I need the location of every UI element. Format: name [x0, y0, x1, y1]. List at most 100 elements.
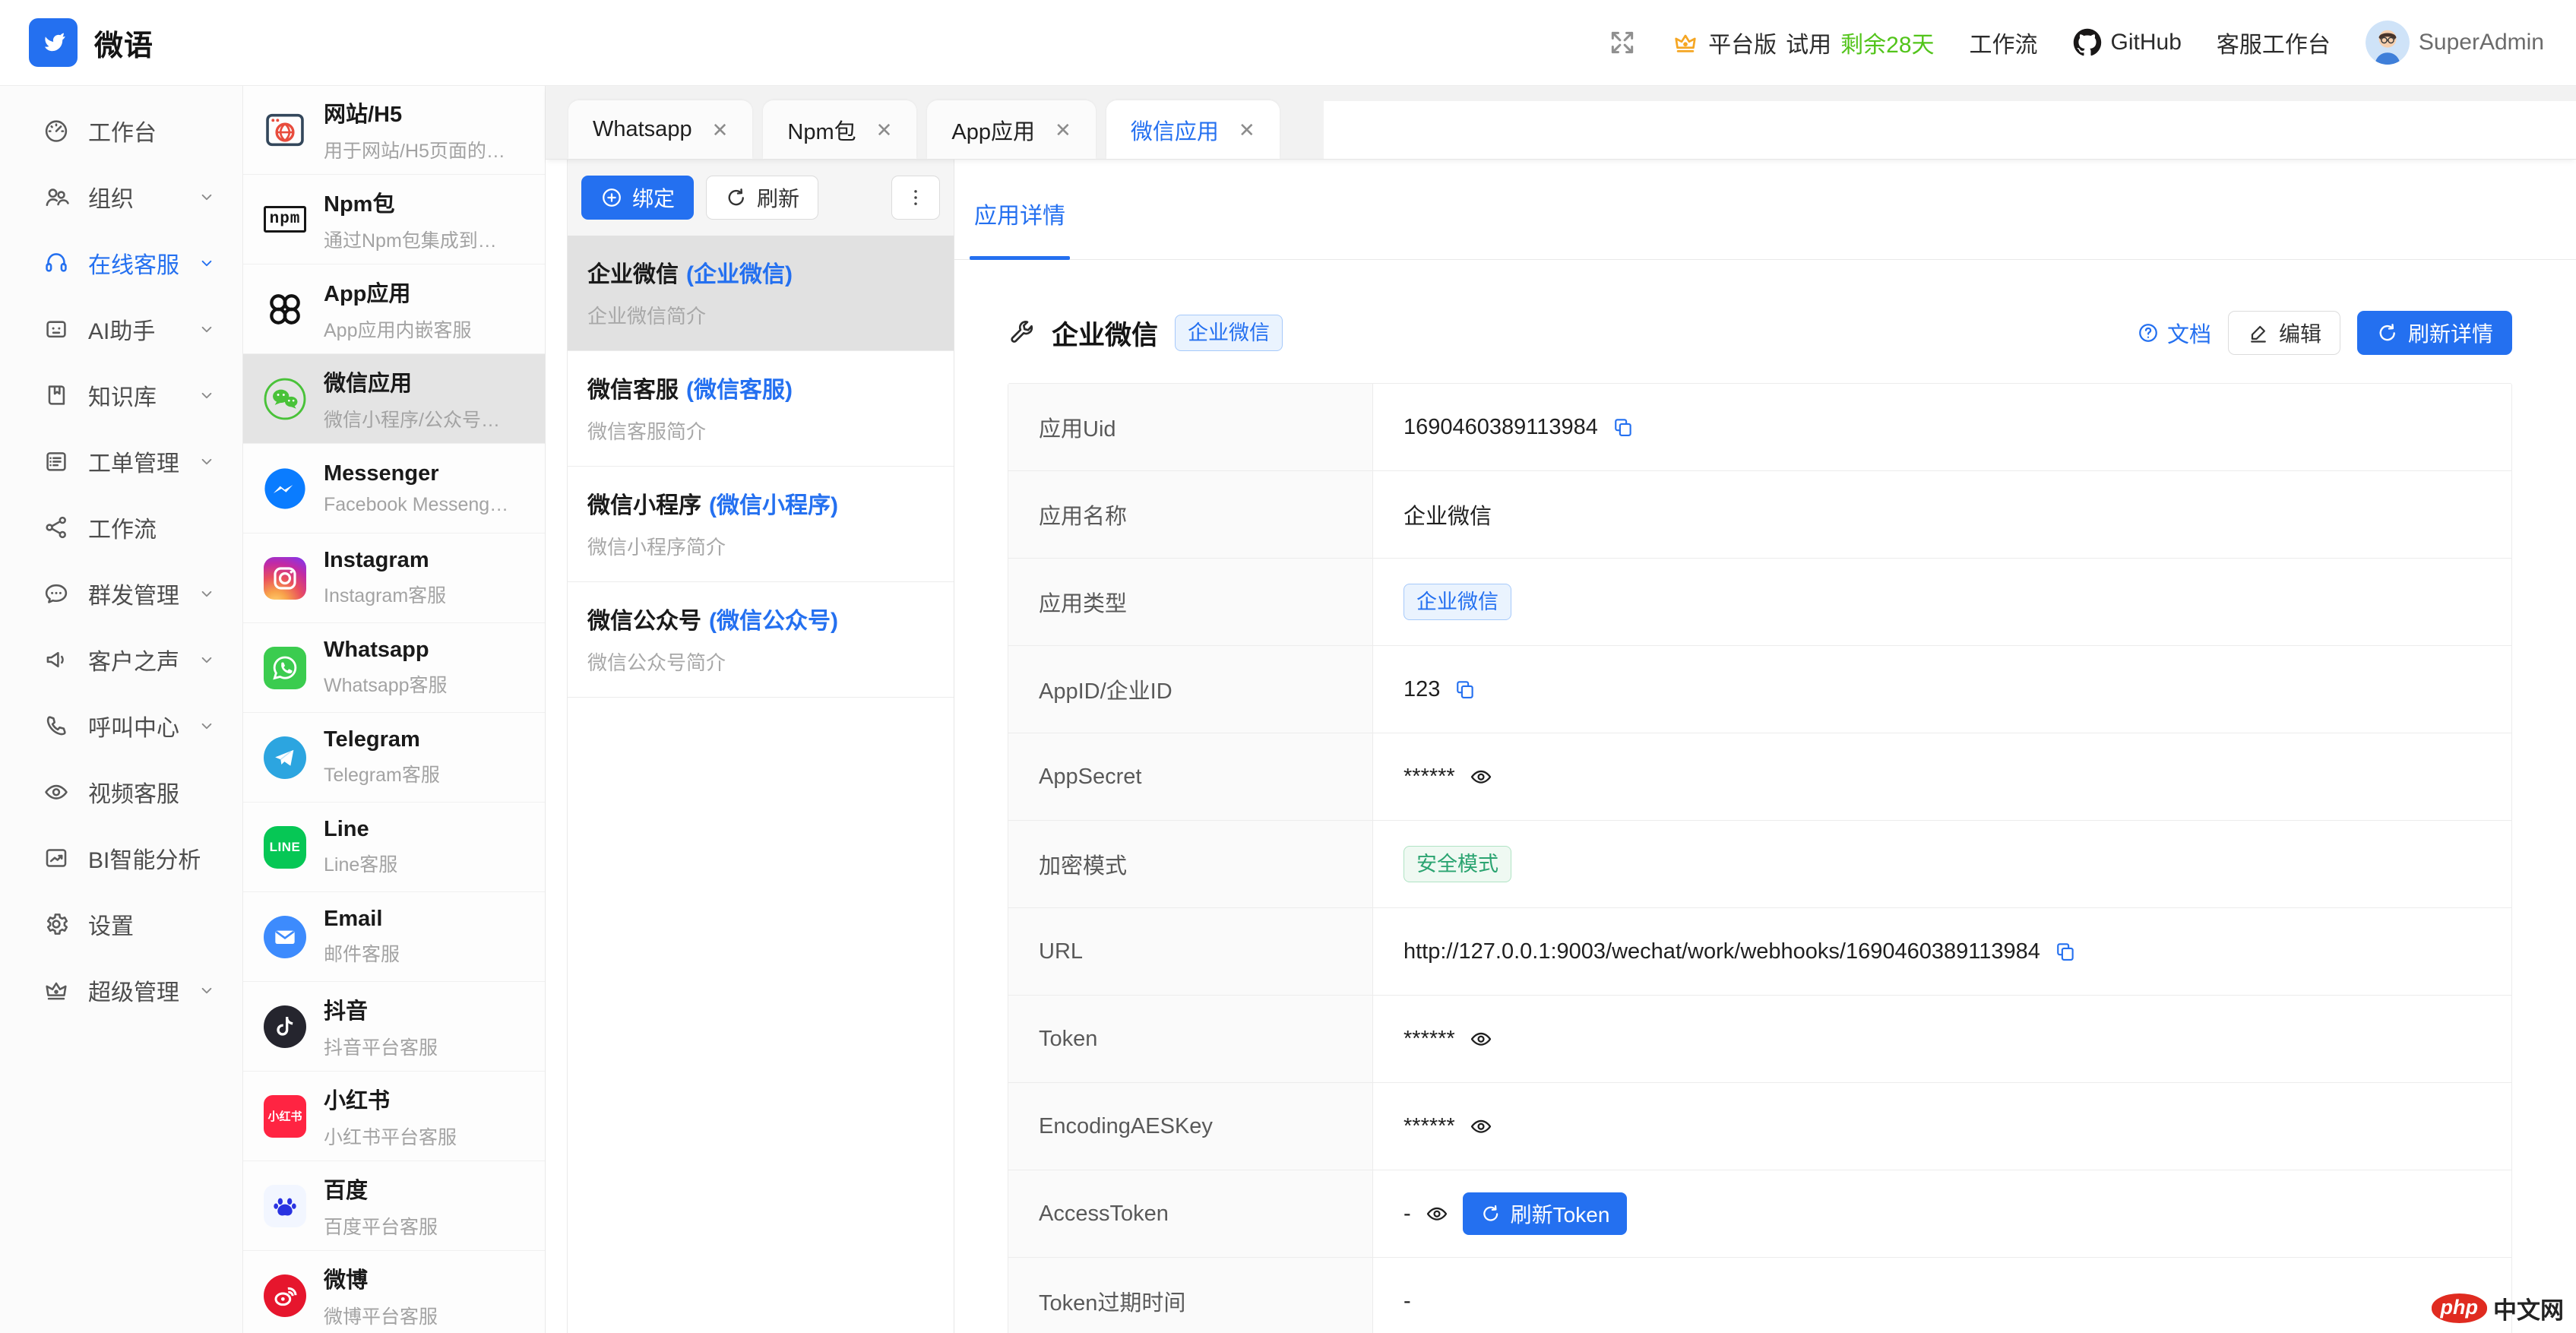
sidebar-item-bi[interactable]: BI智能分析: [0, 825, 242, 891]
channel-item-email[interactable]: Email 邮件客服: [243, 892, 545, 982]
user-menu[interactable]: SuperAdmin: [2366, 21, 2544, 65]
app-logo[interactable]: [29, 18, 78, 67]
channel-item-telegram[interactable]: Telegram Telegram客服: [243, 713, 545, 803]
channel-name: 网站/H5: [324, 97, 531, 128]
doc-link[interactable]: 文档: [2137, 317, 2211, 349]
github-link[interactable]: GitHub: [2073, 28, 2182, 57]
github-icon: [2073, 28, 2102, 57]
table-row: Token ******: [1008, 995, 2511, 1082]
row-label: AppSecret: [1008, 733, 1373, 820]
sidebar-item-label: 群发管理: [88, 577, 197, 610]
refresh-icon: [1480, 1203, 1502, 1224]
sidebar-item-settings[interactable]: 设置: [0, 891, 242, 957]
channel-name: Npm包: [324, 186, 531, 218]
channel-item-xiaohongshu[interactable]: 小红书 小红书 小红书平台客服: [243, 1072, 545, 1161]
channel-description: App应用内嵌客服: [324, 315, 531, 343]
channel-item-messenger[interactable]: Messenger Facebook Messeng…: [243, 444, 545, 534]
workflow-link[interactable]: 工作流: [1970, 26, 2038, 59]
header-actions: 平台版 试用 剩余28天 工作流 GitHub 客服工作台 SuperAdmin: [1608, 21, 2544, 65]
channel-item-npm[interactable]: npm Npm包 通过Npm包集成到…: [243, 175, 545, 264]
close-icon[interactable]: ✕: [1239, 120, 1255, 140]
sidebar-item-voice[interactable]: 客户之声: [0, 626, 242, 692]
broadcast-icon: [43, 580, 70, 607]
eye-icon[interactable]: [1469, 1114, 1493, 1138]
sidebar-item-crown[interactable]: 超级管理: [0, 957, 242, 1023]
edit-button-label: 编辑: [2279, 318, 2321, 348]
eye-icon[interactable]: [1469, 1027, 1493, 1051]
sidebar-item-label: 工作台: [88, 114, 217, 147]
channel-name: Telegram: [324, 727, 531, 752]
channel-item-wechat[interactable]: 微信应用 微信小程序/公众号…: [243, 354, 545, 444]
channel-item-instagram[interactable]: Instagram Instagram客服: [243, 534, 545, 623]
tab-2[interactable]: App应用 ✕: [927, 100, 1095, 159]
tab-1[interactable]: Npm包 ✕: [763, 100, 916, 159]
refresh-button[interactable]: 刷新: [706, 176, 818, 220]
table-row: 应用名称 企业微信: [1008, 470, 2511, 558]
settings-icon: [43, 910, 70, 938]
channel-item-whatsapp[interactable]: Whatsapp Whatsapp客服: [243, 623, 545, 713]
channel-name: 抖音: [324, 993, 531, 1025]
copy-icon[interactable]: [2054, 940, 2077, 963]
app-alias: (微信公众号): [709, 609, 838, 634]
sidebar-item-book[interactable]: 知识库: [0, 362, 242, 428]
copy-icon[interactable]: [1454, 678, 1476, 701]
app-list-item-0[interactable]: 企业微信(企业微信) 企业微信简介: [568, 236, 954, 351]
sidebar-item-workflow[interactable]: 工作流: [0, 494, 242, 560]
close-icon[interactable]: ✕: [1055, 120, 1071, 140]
row-label: Token过期时间: [1008, 1258, 1373, 1333]
tab-label: App应用: [951, 114, 1035, 146]
app-list-item-3[interactable]: 微信公众号(微信公众号) 微信公众号简介: [568, 582, 954, 698]
weibo-icon: [263, 1274, 307, 1318]
row-value: -: [1404, 1289, 1411, 1314]
channel-item-baidu[interactable]: 百度 百度平台客服: [243, 1161, 545, 1251]
channel-description: 通过Npm包集成到…: [324, 226, 531, 253]
php-cn-watermark: php 中文网: [2432, 1291, 2564, 1325]
more-button[interactable]: [891, 176, 940, 220]
channel-item-appclover[interactable]: App应用 App应用内嵌客服: [243, 264, 545, 354]
edit-button[interactable]: 编辑: [2228, 311, 2340, 355]
eye-icon[interactable]: [1425, 1202, 1449, 1226]
channel-item-line[interactable]: LINE Line Line客服: [243, 803, 545, 892]
tab-app-detail[interactable]: 应用详情: [970, 197, 1070, 259]
sidebar-item-eye[interactable]: 视频客服: [0, 758, 242, 825]
main-area: Whatsapp ✕ Npm包 ✕ App应用 ✕ 微信应用 ✕ 绑定: [546, 85, 2576, 1333]
fullscreen-icon[interactable]: [1608, 28, 1637, 57]
sidebar-item-label: 组织: [88, 180, 197, 214]
sidebar-item-headset[interactable]: 在线客服: [0, 230, 242, 296]
row-value: ******: [1404, 1114, 1455, 1139]
sidebar-item-ai[interactable]: AI助手: [0, 296, 242, 362]
messenger-icon: [263, 467, 307, 511]
sidebar-item-org[interactable]: 组织: [0, 163, 242, 230]
sidebar-item-call[interactable]: 呼叫中心: [0, 692, 242, 758]
channel-item-web[interactable]: 网站/H5 用于网站/H5页面的…: [243, 85, 545, 175]
sidebar-item-label: 呼叫中心: [88, 709, 197, 742]
channel-item-weibo[interactable]: 微博 微博平台客服: [243, 1251, 545, 1333]
tab-3[interactable]: 微信应用 ✕: [1106, 100, 1280, 159]
sidebar-item-ticket[interactable]: 工单管理: [0, 428, 242, 494]
channel-item-douyin[interactable]: 抖音 抖音平台客服: [243, 982, 545, 1072]
agent-workbench-link[interactable]: 客服工作台: [2217, 26, 2331, 59]
sidebar-item-broadcast[interactable]: 群发管理: [0, 560, 242, 626]
tab-bar: Whatsapp ✕ Npm包 ✕ App应用 ✕ 微信应用 ✕: [546, 85, 2576, 160]
refresh-token-button[interactable]: 刷新Token: [1463, 1192, 1628, 1235]
app-title: 微语: [94, 22, 153, 64]
app-list-panel: 绑定 刷新 企业微信(企业微信) 企业微信简介 微信客服(微信客服) 微信客服简…: [567, 160, 954, 1333]
bind-button[interactable]: 绑定: [581, 176, 694, 220]
plan-info[interactable]: 平台版 试用 剩余28天: [1672, 26, 1934, 59]
refresh-detail-button[interactable]: 刷新详情: [2357, 311, 2512, 355]
voice-icon: [43, 646, 70, 673]
detail-title: 企业微信: [1052, 314, 1158, 353]
call-icon: [43, 712, 70, 739]
app-list-item-1[interactable]: 微信客服(微信客服) 微信客服简介: [568, 351, 954, 467]
tab-0[interactable]: Whatsapp ✕: [568, 100, 752, 159]
sidebar-item-dashboard[interactable]: 工作台: [0, 97, 242, 163]
eye-icon[interactable]: [1469, 765, 1493, 789]
close-icon[interactable]: ✕: [876, 120, 893, 140]
plan-trial: 试用: [1786, 26, 1831, 59]
close-icon[interactable]: ✕: [712, 120, 729, 140]
app-list-item-2[interactable]: 微信小程序(微信小程序) 微信小程序简介: [568, 467, 954, 582]
row-label: 加密模式: [1008, 821, 1373, 907]
row-value: 1690460389113984: [1404, 415, 1598, 440]
chevron-down-icon: [197, 584, 217, 603]
copy-icon[interactable]: [1612, 416, 1635, 439]
